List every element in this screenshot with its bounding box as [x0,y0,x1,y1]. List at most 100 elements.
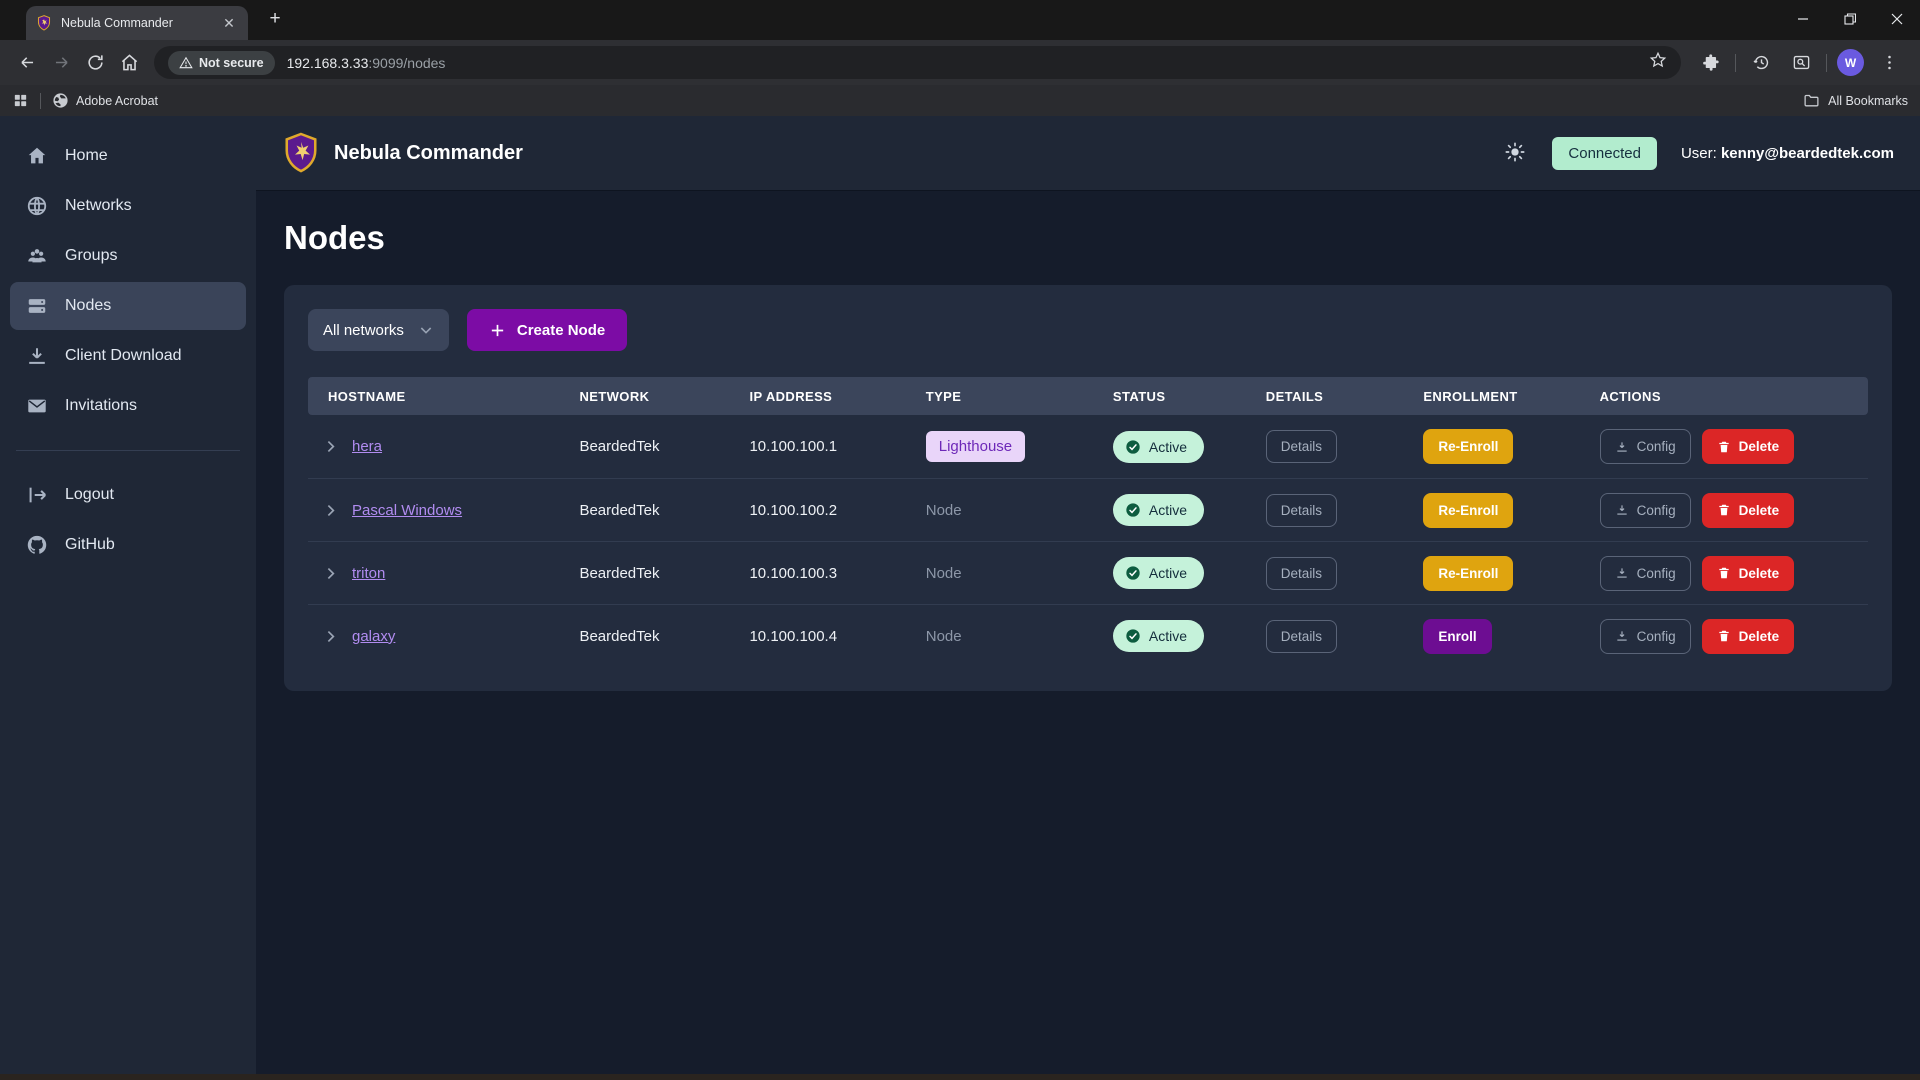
sidebar-item-networks[interactable]: Networks [10,182,246,230]
table-row: Pascal Windows BeardedTek 10.100.100.2 N… [308,478,1868,541]
header-right: Connected User: kenny@beardedtek.com [1504,137,1894,170]
warning-icon [179,56,193,70]
network-filter-select[interactable]: All networks [308,309,449,351]
network-cell: BeardedTek [579,438,749,455]
history-icon[interactable] [1746,48,1776,78]
details-button[interactable]: Details [1266,620,1337,653]
sidebar-item-logout[interactable]: Logout [10,471,246,519]
type-badge: Lighthouse [926,431,1025,462]
bookmark-adobe-acrobat[interactable]: Adobe Acrobat [52,92,158,109]
browser-tab[interactable]: Nebula Commander ✕ [26,6,248,40]
bookmark-star-icon[interactable] [1649,51,1667,74]
config-button[interactable]: Config [1600,556,1691,591]
restore-button[interactable] [1826,0,1873,38]
table-header-row: HOSTNAMENETWORKIP ADDRESSTYPESTATUSDETAI… [308,377,1868,415]
address-bar[interactable]: Not secure 192.168.3.33:9099/nodes [154,46,1681,79]
url-text: 192.168.3.33:9099/nodes [287,55,1637,71]
table-controls: All networks Create Node [308,309,1868,351]
hostname-link[interactable]: hera [352,438,382,455]
menu-kebab-icon[interactable] [1874,48,1904,78]
column-header-ip-address: IP ADDRESS [749,389,925,404]
sidebar-item-github[interactable]: GitHub [10,521,246,569]
delete-button[interactable]: Delete [1702,619,1795,654]
trash-icon [1717,629,1731,643]
tab-close-icon[interactable]: ✕ [220,14,238,32]
delete-button[interactable]: Delete [1702,556,1795,591]
type-badge: Node [926,565,962,582]
enrollment-button[interactable]: Re-Enroll [1423,493,1513,528]
all-bookmarks[interactable]: All Bookmarks [1803,92,1908,109]
github-icon [26,534,48,556]
row-expand-chevron-icon[interactable] [322,502,339,519]
create-node-button[interactable]: Create Node [467,309,627,351]
row-expand-chevron-icon[interactable] [322,628,339,645]
page-content: Nodes All networks Create Node HOSTNAMEN… [256,191,1920,719]
sidebar-item-label: GitHub [65,536,115,554]
sidebar-item-label: Client Download [65,347,182,365]
row-expand-chevron-icon[interactable] [322,438,339,455]
details-button[interactable]: Details [1266,494,1337,527]
type-cell: Node [926,565,1113,582]
bookmarks-bar: Adobe Acrobat All Bookmarks [0,85,1920,116]
forward-icon[interactable] [44,46,78,80]
apps-grid-icon[interactable] [12,92,29,109]
sidebar-item-nodes[interactable]: Nodes [10,282,246,330]
sidebar-footer: Logout GitHub [0,469,256,571]
delete-button[interactable]: Delete [1702,429,1795,464]
type-badge: Node [926,502,962,519]
config-button[interactable]: Config [1600,429,1691,464]
delete-button[interactable]: Delete [1702,493,1795,528]
trash-icon [1717,440,1731,454]
config-button[interactable]: Config [1600,619,1691,654]
enrollment-button[interactable]: Enroll [1423,619,1491,654]
download-icon [1615,440,1629,454]
app-area: Home Networks Groups Nodes Client Download In… [0,116,1920,1074]
trash-icon [1717,503,1731,517]
status-cell: Active [1113,620,1266,652]
row-expand-chevron-icon[interactable] [322,565,339,582]
sidebar-item-label: Home [65,147,108,165]
status-cell: Active [1113,431,1266,463]
reload-icon[interactable] [78,46,112,80]
hostname-link[interactable]: Pascal Windows [352,502,462,519]
ip-address-cell: 10.100.100.2 [749,502,925,519]
toolbar-divider [1826,54,1827,72]
sidebar-item-label: Groups [65,247,117,265]
status-badge: Active [1113,620,1204,652]
not-secure-badge[interactable]: Not secure [168,51,275,75]
hostname-link[interactable]: triton [352,565,385,582]
ip-address-cell: 10.100.100.4 [749,628,925,645]
new-tab-button[interactable]: + [262,6,288,32]
home-icon[interactable] [112,46,146,80]
sidebar-item-label: Nodes [65,297,111,315]
folder-icon [1803,92,1820,109]
actions-cell: Config Delete [1600,493,1868,528]
details-cell: Details [1266,620,1424,653]
theme-toggle-sun-icon[interactable] [1504,141,1528,165]
window-controls [1779,0,1920,38]
config-button[interactable]: Config [1600,493,1691,528]
back-icon[interactable] [10,46,44,80]
extensions-icon[interactable] [1695,48,1725,78]
enrollment-button[interactable]: Re-Enroll [1423,429,1513,464]
check-circle-icon [1125,628,1141,644]
details-button[interactable]: Details [1266,557,1337,590]
network-cell: BeardedTek [579,565,749,582]
hostname-cell: galaxy [308,628,579,645]
sidebar-item-client-download[interactable]: Client Download [10,332,246,380]
side-panel-search-icon[interactable] [1786,48,1816,78]
network-cell: BeardedTek [579,628,749,645]
sidebar-item-home[interactable]: Home [10,132,246,180]
hostname-link[interactable]: galaxy [352,628,395,645]
status-cell: Active [1113,557,1266,589]
sidebar-item-invitations[interactable]: Invitations [10,382,246,430]
profile-avatar[interactable]: W [1837,49,1864,76]
sidebar-item-groups[interactable]: Groups [10,232,246,280]
minimize-button[interactable] [1779,0,1826,38]
close-button[interactable] [1873,0,1920,38]
enrollment-button[interactable]: Re-Enroll [1423,556,1513,591]
sidebar-item-label: Invitations [65,397,137,415]
enrollment-cell: Enroll [1423,619,1599,654]
details-button[interactable]: Details [1266,430,1337,463]
type-cell: Node [926,502,1113,519]
